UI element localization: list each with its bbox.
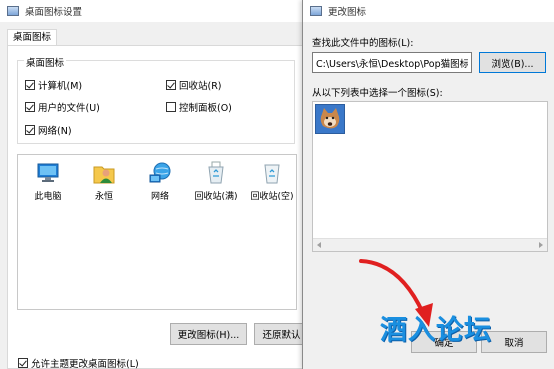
checkbox-computer[interactable]: 计算机(M)	[25, 78, 82, 92]
restore-default-button[interactable]: 还原默认	[254, 323, 309, 345]
checkbox-control-panel-label: 控制面板(O)	[179, 103, 232, 114]
grid-item-recycle-full[interactable]: 回收站(满)	[188, 161, 244, 202]
icon-file-path-input[interactable]	[312, 52, 472, 73]
grid-item-label: 此电脑	[34, 192, 62, 202]
grid-item-label: 回收站(空)	[250, 192, 294, 202]
cat-icon[interactable]	[315, 104, 345, 134]
checkbox-computer-box[interactable]	[25, 80, 35, 90]
forum-watermark: 酒入论坛	[380, 315, 492, 346]
tab-strip: 桌面图标	[7, 29, 58, 46]
settings-window-icon	[7, 6, 19, 16]
checkbox-user-files-label: 用户的文件(U)	[38, 103, 100, 114]
horizontal-scrollbar[interactable]	[313, 238, 547, 251]
grid-item-user[interactable]: 永恒	[76, 161, 132, 202]
grid-item-label: 永恒	[94, 192, 113, 202]
left-window-title: 桌面图标设置	[25, 7, 83, 18]
checkbox-computer-label: 计算机(M)	[38, 81, 83, 92]
computer-icon	[36, 161, 60, 185]
checkbox-allow-theme[interactable]: 允许主题更改桌面图标(L)	[18, 356, 139, 369]
checkbox-allow-theme-box[interactable]	[18, 358, 28, 368]
dialog-window-icon	[310, 6, 322, 16]
find-icons-label: 查找此文件中的图标(L):	[312, 38, 414, 49]
desktop-icon-grid: 此电脑 永恒 网络 回收站(满) 回收站(空)	[17, 154, 297, 310]
recycle-bin-empty-icon	[260, 161, 284, 185]
checkbox-user-files[interactable]: 用户的文件(U)	[25, 100, 100, 114]
browse-button[interactable]: 浏览(B)...	[479, 52, 546, 73]
user-folder-icon	[92, 161, 116, 185]
group-title: 桌面图标	[24, 55, 67, 69]
grid-item-recycle-empty[interactable]: 回收站(空)	[244, 161, 300, 202]
left-title-bar: 桌面图标设置	[0, 0, 306, 22]
right-window-title: 更改图标	[328, 7, 367, 18]
checkbox-network[interactable]: 网络(N)	[25, 123, 72, 137]
checkbox-recycle-bin[interactable]: 回收站(R)	[166, 78, 222, 92]
checkbox-network-label: 网络(N)	[38, 126, 72, 137]
grid-item-label: 回收站(满)	[194, 192, 238, 202]
scroll-right-icon[interactable]	[539, 242, 543, 248]
checkbox-control-panel[interactable]: 控制面板(O)	[166, 100, 232, 114]
grid-item-this-pc[interactable]: 此电脑	[20, 161, 76, 202]
right-title-bar: 更改图标	[303, 0, 554, 22]
change-icon-button[interactable]: 更改图标(H)...	[170, 323, 247, 345]
checkbox-recycle-bin-box[interactable]	[166, 80, 176, 90]
grid-item-label: 网络	[150, 192, 169, 202]
checkbox-control-panel-box[interactable]	[166, 102, 176, 112]
icon-list-label: 从以下列表中选择一个图标(S):	[312, 88, 443, 99]
grid-item-network[interactable]: 网络	[132, 161, 188, 202]
tab-desktop-icons[interactable]: 桌面图标	[7, 29, 58, 46]
checkbox-recycle-bin-label: 回收站(R)	[179, 81, 222, 92]
scroll-left-icon[interactable]	[317, 242, 321, 248]
checkbox-user-files-box[interactable]	[25, 102, 35, 112]
checkbox-allow-theme-label: 允许主题更改桌面图标(L)	[31, 359, 139, 369]
desktop-icon-settings-window: 桌面图标设置 桌面图标 桌面图标 计算机(M) 回收站(R) 用户的文件(U) …	[0, 0, 309, 369]
checkbox-network-box[interactable]	[25, 125, 35, 135]
recycle-bin-full-icon	[204, 161, 228, 185]
icon-list[interactable]	[312, 101, 548, 252]
network-icon	[148, 161, 172, 185]
